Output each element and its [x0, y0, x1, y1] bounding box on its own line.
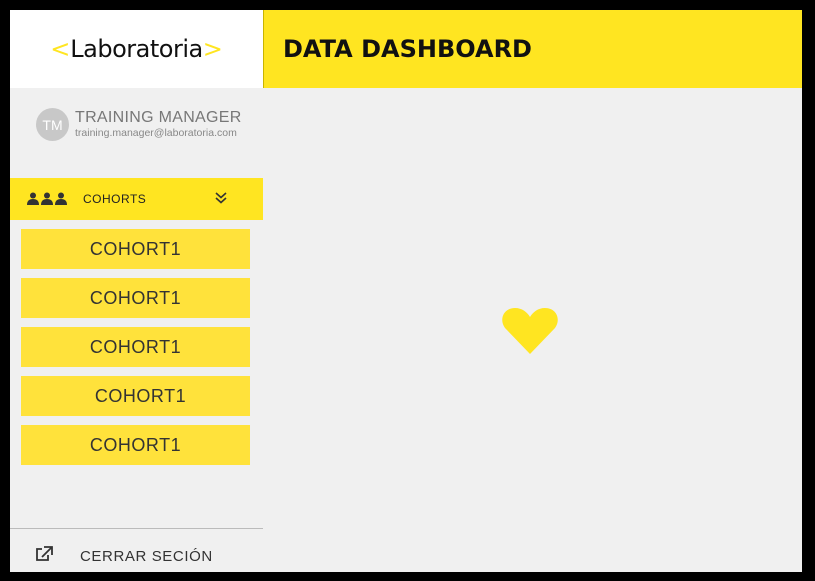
logout-label: CERRAR SECIÓN	[80, 547, 213, 565]
logo-left-chevron: <	[50, 35, 71, 63]
cohorts-section-toggle[interactable]: COHORTS	[10, 178, 263, 220]
logo-text: Laboratoria	[70, 35, 203, 63]
logout-button[interactable]: CERRAR SECIÓN	[10, 541, 263, 571]
header: DATA DASHBOARD	[263, 10, 802, 88]
logo[interactable]: < Laboratoria >	[10, 10, 263, 88]
user-email: training.manager@laboratoria.com	[75, 127, 237, 139]
avatar: TM	[36, 108, 69, 141]
sidebar-divider	[10, 528, 263, 529]
main-content	[263, 88, 802, 572]
cohort-item[interactable]: COHORT1	[21, 278, 250, 318]
user-info: TRAINING MANAGER training.manager@labora…	[75, 109, 242, 140]
double-chevron-down-icon[interactable]	[215, 191, 227, 210]
cohorts-label: COHORTS	[83, 192, 147, 206]
logo-right-chevron: >	[202, 35, 223, 63]
cohort-item[interactable]: COHORT1	[21, 327, 250, 367]
user-name: TRAINING MANAGER	[75, 109, 242, 126]
cohort-item[interactable]: COHORT1	[21, 425, 250, 465]
cohort-item[interactable]: COHORT1	[21, 376, 250, 416]
page-title: DATA DASHBOARD	[283, 35, 532, 63]
people-icon	[27, 192, 67, 206]
user-profile: TM TRAINING MANAGER training.manager@lab…	[36, 108, 242, 141]
app-window: < Laboratoria > DATA DASHBOARD TM TRAINI…	[10, 10, 802, 572]
external-link-icon	[35, 545, 53, 567]
cohort-item[interactable]: COHORT1	[21, 229, 250, 269]
heart-icon	[501, 306, 559, 361]
sidebar: TM TRAINING MANAGER training.manager@lab…	[10, 88, 263, 572]
